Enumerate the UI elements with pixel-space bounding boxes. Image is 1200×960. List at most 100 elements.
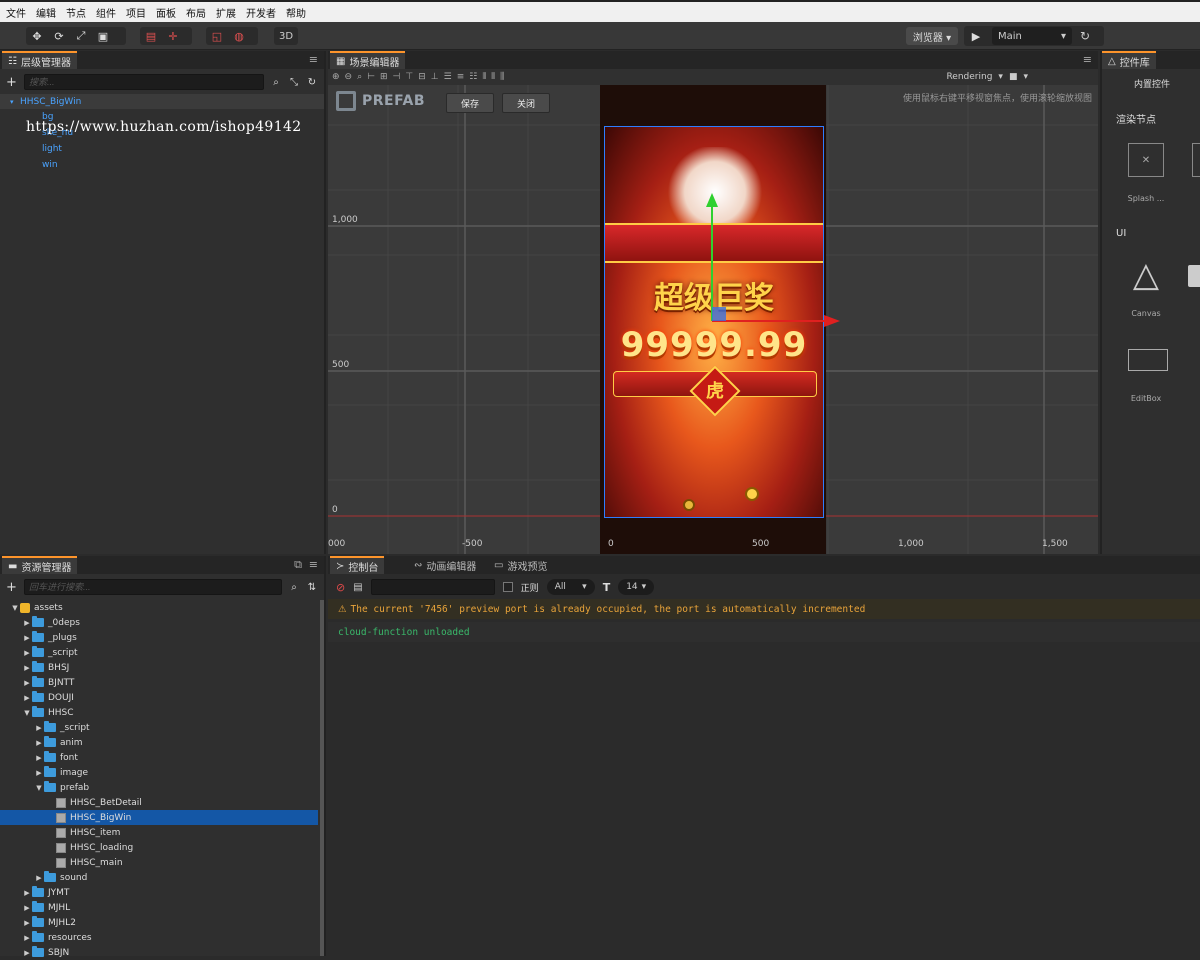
tab-assets[interactable]: ▬ 资源管理器	[2, 556, 78, 574]
asset-folder-row[interactable]: ▼ HHSC	[0, 705, 318, 720]
align-right-icon[interactable]: ⊣	[393, 72, 401, 82]
menu-project[interactable]: 项目	[126, 5, 146, 20]
move-tool-icon[interactable]: ✥	[26, 27, 48, 45]
asset-folder-row[interactable]: ▶ BJNTT	[0, 675, 318, 690]
splash-icon[interactable]: ✕	[1128, 143, 1164, 177]
tab-game-preview[interactable]: ▭ 游戏预览	[488, 556, 553, 574]
asset-folder-row[interactable]: ▶ BHSJ	[0, 660, 318, 675]
chevron-right-icon[interactable]: ▶	[22, 619, 32, 627]
font-size-select[interactable]: 14 ▾	[618, 579, 655, 595]
refresh-icon[interactable]: ↻	[306, 77, 318, 88]
asset-folder-row[interactable]: ▶ resources	[0, 930, 318, 945]
align-middle-icon[interactable]: ⊟	[418, 72, 426, 82]
camera-icon[interactable]: ■	[1009, 72, 1018, 82]
hierarchy-node-light[interactable]: light	[0, 141, 324, 156]
hierarchy-node-win[interactable]: win	[0, 157, 324, 172]
distribute-center-icon[interactable]: ⦀	[491, 72, 495, 82]
align-top-icon[interactable]: ⊤	[405, 72, 413, 82]
editbox-icon[interactable]	[1128, 349, 1168, 371]
clear-icon[interactable]: ⊘	[336, 581, 345, 594]
asset-folder-row[interactable]: ▶ anim	[0, 735, 318, 750]
asset-folder-row[interactable]: ▶ sound	[0, 870, 318, 885]
asset-folder-row[interactable]: ▶ _0deps	[0, 615, 318, 630]
rendering-dropdown[interactable]: Rendering ▾ ■ ▾	[946, 69, 1028, 85]
toggle-3d-button[interactable]: 3D	[274, 27, 298, 45]
hierarchy-menu-icon[interactable]: ≡	[309, 53, 318, 66]
asset-folder-row[interactable]: ▶ image	[0, 765, 318, 780]
search-icon[interactable]: ⌕	[288, 582, 300, 593]
asset-folder-row[interactable]: ▶ SBJN	[0, 945, 318, 960]
distribute-bottom-icon[interactable]: ☷	[469, 72, 477, 82]
chevron-right-icon[interactable]: ▶	[22, 664, 32, 672]
tab-console[interactable]: ≻ 控制台	[330, 556, 385, 574]
chevron-right-icon[interactable]: ▶	[34, 739, 44, 747]
chevron-right-icon[interactable]: ▶	[22, 904, 32, 912]
asset-folder-row[interactable]: ▶ font	[0, 750, 318, 765]
align-bottom-icon[interactable]: ⊥	[431, 72, 439, 82]
asset-folder-row[interactable]: ▶ JYMT	[0, 885, 318, 900]
asset-folder-row[interactable]: ▶ MJHL	[0, 900, 318, 915]
asset-prefab-row[interactable]: HHSC_item	[0, 825, 318, 840]
menu-developer[interactable]: 开发者	[246, 5, 276, 20]
button-icon[interactable]	[1188, 265, 1200, 287]
chevron-down-icon[interactable]: ▼	[10, 604, 20, 612]
menu-file[interactable]: 文件	[6, 5, 26, 20]
menu-panel[interactable]: 面板	[156, 5, 176, 20]
search-icon[interactable]: ⌕	[270, 77, 282, 88]
chevron-right-icon[interactable]: ▶	[34, 874, 44, 882]
canvas-icon[interactable]: △	[1126, 255, 1166, 295]
asset-prefab-row[interactable]: HHSC_BetDetail	[0, 795, 318, 810]
rect-tool-icon[interactable]: ▣	[92, 27, 114, 45]
chevron-right-icon[interactable]: ▶	[22, 889, 32, 897]
local-space-icon[interactable]: ◱	[206, 27, 228, 45]
tab-scene-editor[interactable]: ▦ 场景编辑器	[330, 51, 406, 69]
asset-prefab-row[interactable]: HHSC_loading	[0, 840, 318, 855]
chevron-right-icon[interactable]: ▶	[22, 919, 32, 927]
distribute-right-icon[interactable]: ⫼	[500, 72, 504, 82]
asset-folder-row[interactable]: ▶ MJHL2	[0, 915, 318, 930]
scene-select[interactable]: Main ▾	[992, 27, 1072, 45]
hierarchy-search-input[interactable]	[24, 74, 264, 90]
assets-menu-icon[interactable]: ≡	[309, 558, 318, 571]
distribute-top-icon[interactable]: ☰	[444, 72, 452, 82]
asset-folder-row[interactable]: ▼ assets	[0, 600, 318, 615]
align-center-icon[interactable]: ⊞	[380, 72, 388, 82]
add-node-icon[interactable]: +	[6, 75, 18, 90]
chevron-down-icon[interactable]: ▼	[22, 709, 32, 717]
scale-tool-icon[interactable]: ⤢	[70, 27, 92, 45]
menu-node[interactable]: 节点	[66, 5, 86, 20]
builtin-controls-tab[interactable]: 内置控件	[1102, 73, 1200, 93]
menu-component[interactable]: 组件	[96, 5, 116, 20]
chevron-right-icon[interactable]: ▶	[34, 769, 44, 777]
log-level-select[interactable]: All ▾	[546, 579, 595, 595]
sort-icon[interactable]: ⇅	[306, 582, 318, 593]
chevron-right-icon[interactable]: ▶	[22, 679, 32, 687]
regex-checkbox[interactable]	[502, 582, 513, 592]
menu-edit[interactable]: 编辑	[36, 5, 56, 20]
close-button[interactable]: 关闭	[502, 93, 550, 113]
open-log-icon[interactable]: ▤	[353, 582, 362, 593]
rotate-tool-icon[interactable]: ⟳	[48, 27, 70, 45]
save-button[interactable]: 保存	[446, 93, 494, 113]
collapse-icon[interactable]: ⤡	[288, 77, 300, 88]
asset-folder-row[interactable]: ▶ DOUJI	[0, 690, 318, 705]
assets-scrollbar[interactable]	[320, 600, 324, 956]
add-asset-icon[interactable]: +	[6, 580, 18, 595]
global-space-icon[interactable]: ◍	[228, 27, 250, 45]
chevron-down-icon[interactable]: ▼	[34, 784, 44, 792]
asset-folder-row[interactable]: ▶ _script	[0, 720, 318, 735]
zoom-reset-icon[interactable]: ⌕	[357, 72, 362, 82]
asset-folder-row[interactable]: ▶ _script	[0, 645, 318, 660]
game-preview[interactable]: 超级巨奖 99999.99 虎	[604, 126, 824, 518]
chevron-right-icon[interactable]: ▶	[22, 649, 32, 657]
log-info-row[interactable]: cloud-function unloaded	[328, 622, 1200, 642]
chevron-right-icon[interactable]: ▶	[34, 754, 44, 762]
chevron-right-icon[interactable]: ▶	[34, 724, 44, 732]
menu-extension[interactable]: 扩展	[216, 5, 236, 20]
assets-popout-icon[interactable]: ⧉	[294, 558, 302, 572]
center-icon[interactable]: ✛	[162, 27, 184, 45]
scene-menu-icon[interactable]: ≡	[1083, 53, 1092, 66]
refresh-icon[interactable]: ↻	[1072, 29, 1098, 43]
chevron-right-icon[interactable]: ▶	[22, 949, 32, 957]
asset-prefab-row[interactable]: HHSC_BigWin	[0, 810, 318, 825]
